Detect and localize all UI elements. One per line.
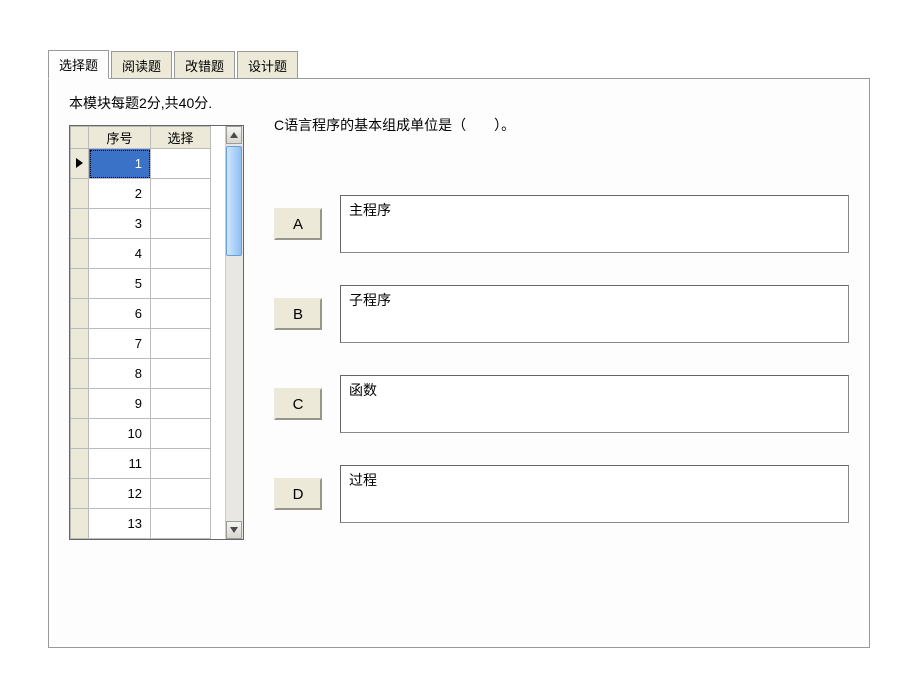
row-handle[interactable] xyxy=(71,329,89,359)
cell-sel[interactable] xyxy=(151,299,211,329)
tab-0[interactable]: 选择题 xyxy=(48,50,109,79)
cell-num[interactable]: 6 xyxy=(89,299,151,329)
option-text-b: 子程序 xyxy=(340,285,849,343)
option-row-c: C 函数 xyxy=(274,375,849,433)
tab-strip: 选择题阅读题改错题设计题 xyxy=(48,50,870,78)
row-handle[interactable] xyxy=(71,509,89,539)
row-handle[interactable] xyxy=(71,149,89,179)
table-row[interactable]: 13 xyxy=(71,509,211,539)
option-button-d[interactable]: D xyxy=(274,478,322,510)
cell-num[interactable]: 2 xyxy=(89,179,151,209)
table-row[interactable]: 3 xyxy=(71,209,211,239)
table-row[interactable]: 9 xyxy=(71,389,211,419)
table-row[interactable]: 11 xyxy=(71,449,211,479)
grid-header-num[interactable]: 序号 xyxy=(89,127,151,149)
cell-num[interactable]: 9 xyxy=(89,389,151,419)
scroll-thumb[interactable] xyxy=(226,146,242,256)
options-area: A 主程序 B 子程序 C 函数 D 过程 xyxy=(274,195,849,555)
cell-num[interactable]: 3 xyxy=(89,209,151,239)
option-button-a[interactable]: A xyxy=(274,208,322,240)
option-text-d: 过程 xyxy=(340,465,849,523)
cell-sel[interactable] xyxy=(151,509,211,539)
cell-sel[interactable] xyxy=(151,359,211,389)
tab-1[interactable]: 阅读题 xyxy=(111,51,172,79)
cell-num[interactable]: 10 xyxy=(89,419,151,449)
grid-corner xyxy=(71,127,89,149)
option-row-d: D 过程 xyxy=(274,465,849,523)
cell-sel[interactable] xyxy=(151,179,211,209)
row-handle[interactable] xyxy=(71,449,89,479)
row-handle[interactable] xyxy=(71,389,89,419)
tab-2[interactable]: 改错题 xyxy=(174,51,235,79)
row-handle[interactable] xyxy=(71,299,89,329)
cell-num[interactable]: 5 xyxy=(89,269,151,299)
table-row[interactable]: 6 xyxy=(71,299,211,329)
table-row[interactable]: 2 xyxy=(71,179,211,209)
cell-sel[interactable] xyxy=(151,269,211,299)
cell-sel[interactable] xyxy=(151,209,211,239)
option-button-c[interactable]: C xyxy=(274,388,322,420)
row-handle[interactable] xyxy=(71,419,89,449)
option-row-a: A 主程序 xyxy=(274,195,849,253)
cell-sel[interactable] xyxy=(151,239,211,269)
row-handle[interactable] xyxy=(71,479,89,509)
table-row[interactable]: 7 xyxy=(71,329,211,359)
cell-num[interactable]: 13 xyxy=(89,509,151,539)
cell-sel[interactable] xyxy=(151,479,211,509)
row-handle[interactable] xyxy=(71,239,89,269)
table-row[interactable]: 10 xyxy=(71,419,211,449)
cell-sel[interactable] xyxy=(151,389,211,419)
table-row[interactable]: 8 xyxy=(71,359,211,389)
scroll-up-button[interactable] xyxy=(226,126,242,144)
question-grid[interactable]: 序号 选择 12345678910111213 xyxy=(69,125,244,540)
grid-header-sel[interactable]: 选择 xyxy=(151,127,211,149)
row-handle[interactable] xyxy=(71,359,89,389)
option-button-b[interactable]: B xyxy=(274,298,322,330)
tab-3[interactable]: 设计题 xyxy=(237,51,298,79)
table-row[interactable]: 12 xyxy=(71,479,211,509)
option-text-c: 函数 xyxy=(340,375,849,433)
cell-num[interactable]: 4 xyxy=(89,239,151,269)
cell-num[interactable]: 7 xyxy=(89,329,151,359)
cell-sel[interactable] xyxy=(151,419,211,449)
cell-num[interactable]: 1 xyxy=(89,149,151,179)
option-text-a: 主程序 xyxy=(340,195,849,253)
scroll-down-button[interactable] xyxy=(226,521,242,539)
table-row[interactable]: 4 xyxy=(71,239,211,269)
cell-num[interactable]: 8 xyxy=(89,359,151,389)
exam-panel: 选择题阅读题改错题设计题 本模块每题2分,共40分. 序号 选择 1234567… xyxy=(48,50,870,650)
cell-sel[interactable] xyxy=(151,329,211,359)
row-handle[interactable] xyxy=(71,209,89,239)
tab-panel-choice: 本模块每题2分,共40分. 序号 选择 12345678910111213 C语… xyxy=(48,78,870,648)
table-row[interactable]: 5 xyxy=(71,269,211,299)
cell-sel[interactable] xyxy=(151,449,211,479)
current-row-icon xyxy=(76,158,83,168)
cell-num[interactable]: 12 xyxy=(89,479,151,509)
row-handle[interactable] xyxy=(71,179,89,209)
table-row[interactable]: 1 xyxy=(71,149,211,179)
module-info: 本模块每题2分,共40分. xyxy=(69,93,212,113)
question-text: C语言程序的基本组成单位是（ ）。 xyxy=(274,115,515,135)
option-row-b: B 子程序 xyxy=(274,285,849,343)
grid-scrollbar[interactable] xyxy=(225,126,243,539)
row-handle[interactable] xyxy=(71,269,89,299)
cell-num[interactable]: 11 xyxy=(89,449,151,479)
cell-sel[interactable] xyxy=(151,149,211,179)
